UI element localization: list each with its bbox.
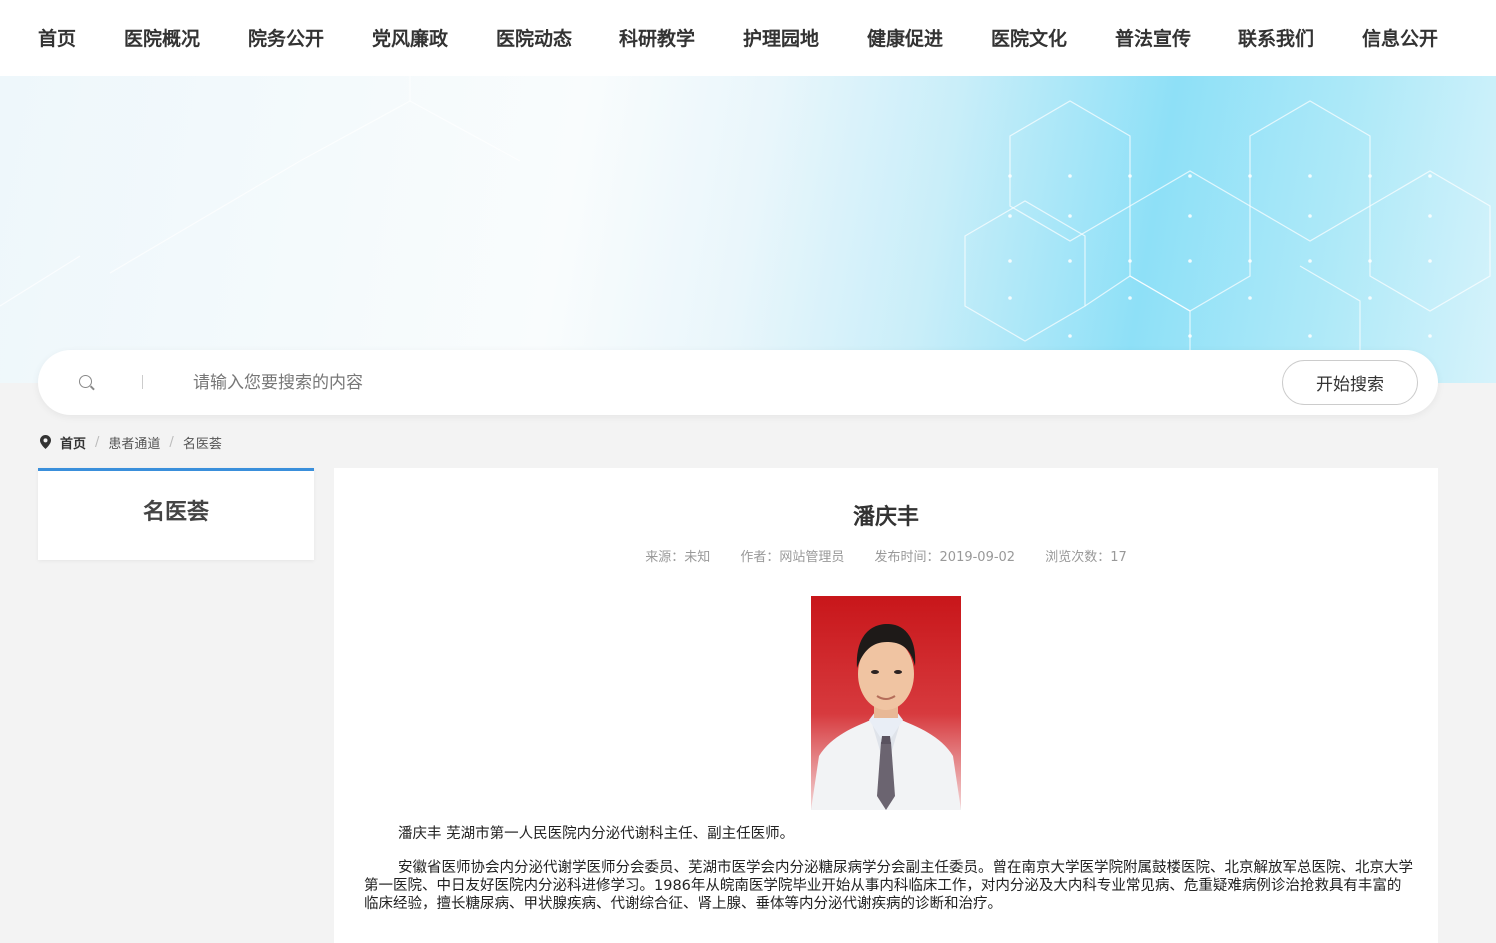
- article: 潘庆丰 来源：未知 作者：网站管理员 发布时间：2019-09-02 浏览次数：…: [334, 468, 1438, 943]
- nav-health[interactable]: 健康促进: [867, 24, 943, 51]
- search-divider: [142, 375, 143, 389]
- search-icon: [79, 375, 92, 388]
- nav-contact[interactable]: 联系我们: [1238, 24, 1314, 51]
- sidebar-title: 名医荟: [142, 500, 209, 525]
- hexagon-pattern: [0, 76, 1491, 371]
- hero-banner: [0, 76, 1496, 383]
- meta-author: 作者：网站管理员: [740, 550, 845, 565]
- breadcrumb: 首页 / 患者通道 / 名医荟: [40, 433, 222, 452]
- article-meta: 来源：未知 作者：网站管理员 发布时间：2019-09-02 浏览次数：17: [334, 546, 1438, 565]
- meta-views: 浏览次数：17: [1045, 550, 1127, 565]
- nav-culture[interactable]: 医院文化: [991, 24, 1067, 51]
- nav-research[interactable]: 科研教学: [619, 24, 695, 51]
- meta-source: 来源：未知: [645, 550, 711, 565]
- article-paragraph: 潘庆丰 芜湖市第一人民医院内分泌代谢科主任、副主任医师。: [398, 826, 795, 842]
- meta-date: 发布时间：2019-09-02: [874, 550, 1016, 565]
- search-button[interactable]: 开始搜索: [1282, 360, 1418, 405]
- breadcrumb-home[interactable]: 首页: [60, 433, 86, 452]
- nav-overview[interactable]: 医院概况: [124, 24, 200, 51]
- breadcrumb-separator: /: [95, 434, 100, 450]
- sidebar: 名医荟: [38, 468, 314, 560]
- nav-integrity[interactable]: 党风廉政: [372, 24, 448, 51]
- top-navigation: 首页 医院概况 院务公开 党风廉政 医院动态 科研教学 护理园地 健康促进 医院…: [0, 0, 1496, 76]
- location-pin-icon: [40, 435, 51, 449]
- doctor-photo: [811, 596, 961, 810]
- breadcrumb-patient-channel[interactable]: 患者通道: [108, 433, 160, 452]
- nav-news[interactable]: 医院动态: [496, 24, 572, 51]
- article-title: 潘庆丰: [852, 505, 919, 530]
- nav-affairs[interactable]: 院务公开: [248, 24, 324, 51]
- breadcrumb-separator: /: [169, 434, 174, 450]
- search-input[interactable]: [193, 368, 1093, 398]
- nav-law[interactable]: 普法宣传: [1115, 24, 1191, 51]
- search-bar: 开始搜索: [38, 350, 1438, 415]
- nav-nursing[interactable]: 护理园地: [743, 24, 819, 51]
- nav-info[interactable]: 信息公开: [1362, 24, 1438, 51]
- nav-home[interactable]: 首页: [38, 24, 76, 51]
- breadcrumb-current: 名医荟: [182, 436, 222, 452]
- article-paragraph: 安徽省医师协会内分泌代谢学医师分会委员、芜湖市医学会内分泌糖尿病学分会副主任委员…: [364, 860, 1413, 912]
